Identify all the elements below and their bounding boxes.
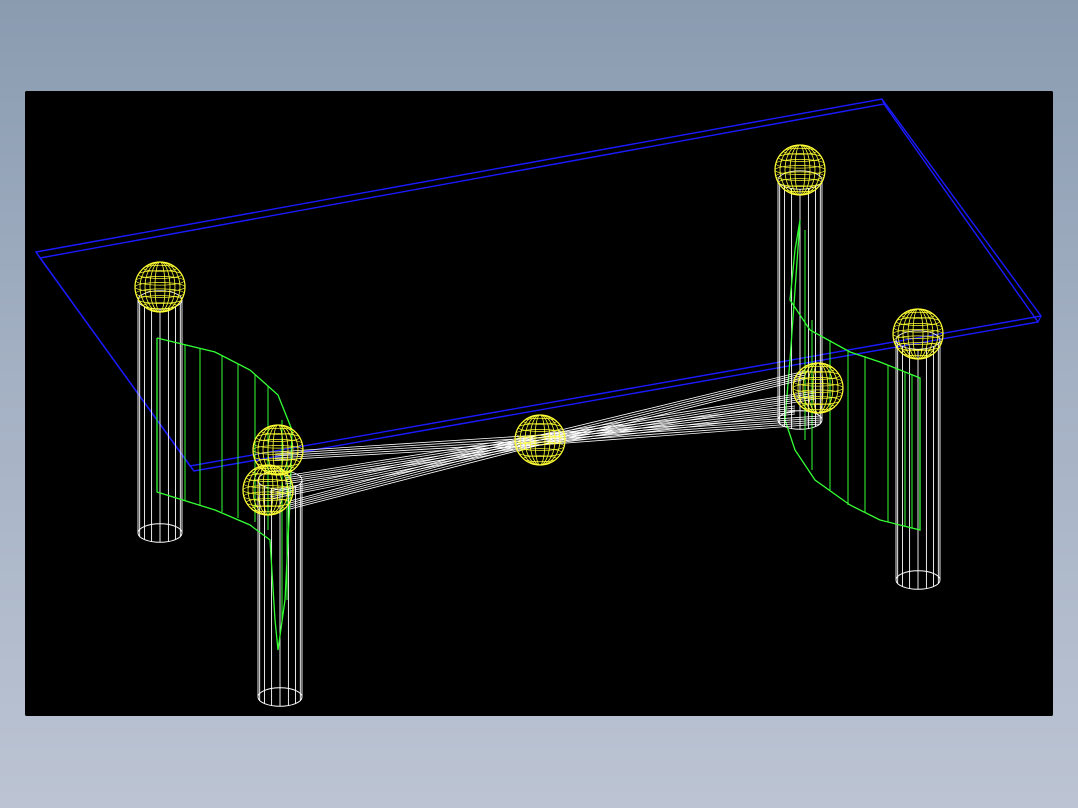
sphere-right-hub <box>792 362 844 414</box>
sphere-back-left <box>134 261 186 313</box>
leg-back-right <box>777 170 823 430</box>
cad-viewport[interactable] <box>25 91 1053 716</box>
table-wireframe-model[interactable] <box>25 91 1053 716</box>
leg-front-right <box>895 330 941 590</box>
sphere-back-right <box>774 144 826 196</box>
leg-back-left <box>137 290 183 543</box>
